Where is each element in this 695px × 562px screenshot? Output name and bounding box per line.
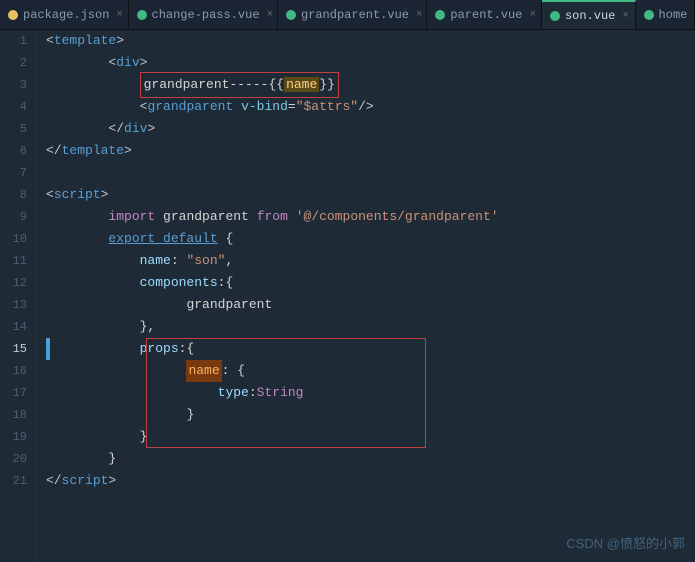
- line-num-19: 19: [0, 426, 27, 448]
- watermark: CSDN @愤怒的小郭: [566, 533, 685, 552]
- tab-close-parent[interactable]: ×: [529, 9, 536, 21]
- active-line-indicator: [46, 338, 50, 360]
- code-line-3: grandparent-----{{name}}: [46, 74, 695, 96]
- line-num-10: 10: [0, 228, 27, 250]
- line-num-20: 20: [0, 448, 27, 470]
- tab-close-son[interactable]: ×: [622, 10, 629, 22]
- tab-icon-son: [550, 11, 560, 21]
- line-num-2: 2: [0, 52, 27, 74]
- line-num-12: 12: [0, 272, 27, 294]
- code-area[interactable]: <template> <div> grandparent-----{{name}…: [36, 30, 695, 562]
- tab-icon-grandparent: [286, 10, 296, 20]
- code-line-12: components:{: [46, 272, 695, 294]
- tab-label-son: son.vue: [565, 9, 615, 23]
- line-numbers: 1 2 3 4 5 6 7 8 9 10 11 12 13 14 15 16 1…: [0, 30, 36, 562]
- line-num-5: 5: [0, 118, 27, 140]
- code-line-13: grandparent: [46, 294, 695, 316]
- line-num-7: 7: [0, 162, 27, 184]
- line-num-9: 9: [0, 206, 27, 228]
- tab-home[interactable]: home: [636, 0, 695, 29]
- tab-close-grandparent[interactable]: ×: [416, 9, 423, 21]
- code-line-2: <div>: [46, 52, 695, 74]
- code-line-9: import grandparent from '@/components/gr…: [46, 206, 695, 228]
- code-line-10: export default {: [46, 228, 695, 250]
- tab-label-home: home: [659, 8, 688, 22]
- code-line-15: props:{: [46, 338, 695, 360]
- tab-bar: package.json × change-pass.vue × grandpa…: [0, 0, 695, 30]
- code-line-14: },: [46, 316, 695, 338]
- tab-label-package: package.json: [23, 8, 109, 22]
- code-line-18: }: [46, 404, 695, 426]
- code-line-6: </template>: [46, 140, 695, 162]
- code-line-4: <grandparent v-bind="$attrs"/>: [46, 96, 695, 118]
- code-line-5: </div>: [46, 118, 695, 140]
- line-num-18: 18: [0, 404, 27, 426]
- line-num-3: 3: [0, 74, 27, 96]
- line-num-6: 6: [0, 140, 27, 162]
- line-num-16: 16: [0, 360, 27, 382]
- line-num-21: 21: [0, 470, 27, 492]
- tab-label-grandparent: grandparent.vue: [301, 8, 409, 22]
- tab-son[interactable]: son.vue ×: [542, 0, 636, 29]
- tab-label-change-pass: change-pass.vue: [152, 8, 260, 22]
- code-line-21: </script>: [46, 470, 695, 492]
- line-num-14: 14: [0, 316, 27, 338]
- code-line-11: name: "son",: [46, 250, 695, 272]
- line-num-4: 4: [0, 96, 27, 118]
- code-line-20: }: [46, 448, 695, 470]
- editor: 1 2 3 4 5 6 7 8 9 10 11 12 13 14 15 16 1…: [0, 30, 695, 562]
- line-num-1: 1: [0, 30, 27, 52]
- tab-change-pass[interactable]: change-pass.vue ×: [129, 0, 278, 29]
- code-line-8: <script>: [46, 184, 695, 206]
- tab-icon-parent: [435, 10, 445, 20]
- tab-parent[interactable]: parent.vue ×: [427, 0, 542, 29]
- tab-label-parent: parent.vue: [450, 8, 522, 22]
- code-line-16: name: {: [46, 360, 695, 382]
- code-line-7: [46, 162, 695, 184]
- tab-icon-package: [8, 10, 18, 20]
- tab-close-change-pass[interactable]: ×: [267, 9, 274, 21]
- line-num-13: 13: [0, 294, 27, 316]
- tab-close-package[interactable]: ×: [116, 9, 123, 21]
- grandparent-text-box: grandparent-----{{name}}: [140, 72, 339, 98]
- code-line-1: <template>: [46, 30, 695, 52]
- line-num-11: 11: [0, 250, 27, 272]
- tab-icon-change-pass: [137, 10, 147, 20]
- tab-grandparent[interactable]: grandparent.vue ×: [278, 0, 427, 29]
- tab-package-json[interactable]: package.json ×: [0, 0, 129, 29]
- tab-icon-home: [644, 10, 654, 20]
- code-line-17: type:String: [46, 382, 695, 404]
- line-num-8: 8: [0, 184, 27, 206]
- code-line-19: }: [46, 426, 695, 448]
- line-num-17: 17: [0, 382, 27, 404]
- line-num-15: 15: [0, 338, 27, 360]
